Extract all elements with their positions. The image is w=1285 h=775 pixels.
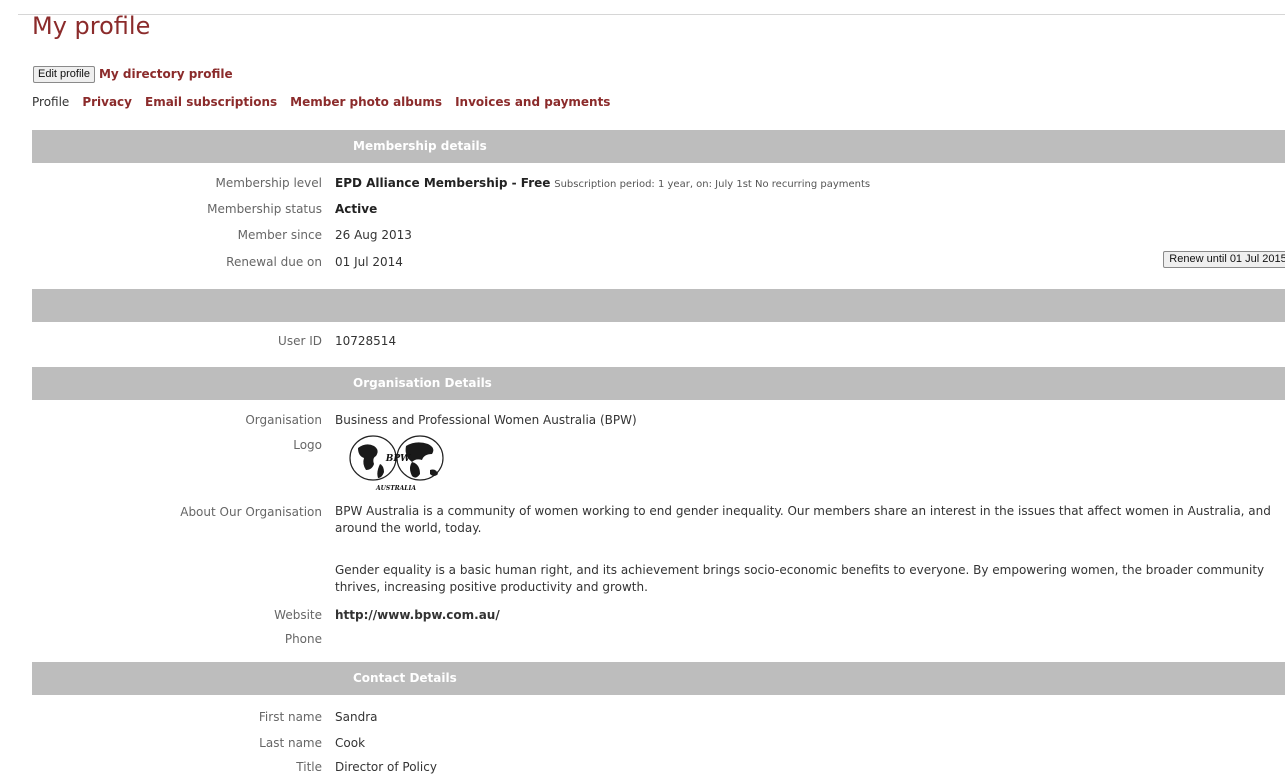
organisation-details-header: Organisation Details [32, 367, 1285, 400]
website-link[interactable]: http://www.bpw.com.au/ [335, 608, 500, 622]
user-id-label: User ID [278, 334, 322, 348]
about-organisation-p2: Gender equality is a basic human right, … [335, 563, 1265, 594]
last-name-label: Last name [259, 736, 322, 750]
renewal-due-label: Renewal due on [226, 255, 322, 269]
tab-invoices-and-payments[interactable]: Invoices and payments [455, 95, 610, 109]
membership-level-name: EPD Alliance Membership - Free [335, 176, 551, 190]
tab-email-subscriptions[interactable]: Email subscriptions [145, 95, 277, 109]
about-organisation-label: About Our Organisation [180, 505, 322, 519]
tab-privacy[interactable]: Privacy [82, 95, 132, 109]
page-title: My profile [32, 12, 151, 40]
website-label: Website [274, 608, 322, 622]
member-since-value: 26 Aug 2013 [335, 228, 412, 242]
logo-caption: AUSTRALIA [375, 485, 416, 492]
section-title: Contact Details [353, 671, 457, 685]
title-label: Title [296, 760, 322, 774]
logo-text: BPW [385, 454, 411, 464]
profile-subnav: Profile Privacy Email subscriptions Memb… [32, 95, 623, 109]
tab-profile[interactable]: Profile [32, 95, 69, 109]
section-title: Organisation Details [353, 376, 492, 390]
membership-status-value: Active [335, 202, 378, 216]
title-value: Director of Policy [335, 760, 437, 774]
membership-details-header: Membership details [32, 130, 1285, 163]
contact-details-header: Contact Details [32, 662, 1285, 695]
first-name-label: First name [258, 710, 322, 724]
membership-level-note: Subscription period: 1 year, on: July 1s… [554, 179, 871, 190]
renewal-due-value: 01 Jul 2014 [335, 255, 403, 269]
membership-level-label: Membership level [215, 176, 322, 190]
about-organisation-p1: BPW Australia is a community of women wo… [335, 504, 1271, 535]
tab-member-photo-albums[interactable]: Member photo albums [290, 95, 442, 109]
last-name-value: Cook [335, 736, 366, 750]
edit-profile-button[interactable]: Edit profile [33, 65, 95, 83]
organisation-logo: BPW AUSTRALIA [349, 435, 444, 492]
membership-status-label: Membership status [207, 202, 322, 216]
renew-button[interactable]: Renew until 01 Jul 2015 [1163, 251, 1285, 268]
membership-level-value: EPD Alliance Membership - Free Subscript… [335, 176, 870, 190]
phone-label: Phone [284, 632, 322, 646]
profile-actions: Edit profile My directory profile [33, 65, 233, 83]
organisation-value: Business and Professional Women Australi… [335, 413, 637, 427]
user-id-value: 10728514 [335, 334, 397, 348]
logo-label: Logo [293, 438, 322, 452]
top-divider [18, 14, 1285, 15]
my-directory-profile-link[interactable]: My directory profile [99, 67, 233, 81]
first-name-value: Sandra [335, 710, 378, 724]
account-section-header [32, 289, 1285, 322]
member-since-label: Member since [237, 228, 322, 242]
organisation-label: Organisation [245, 413, 322, 427]
section-title: Membership details [353, 139, 487, 153]
